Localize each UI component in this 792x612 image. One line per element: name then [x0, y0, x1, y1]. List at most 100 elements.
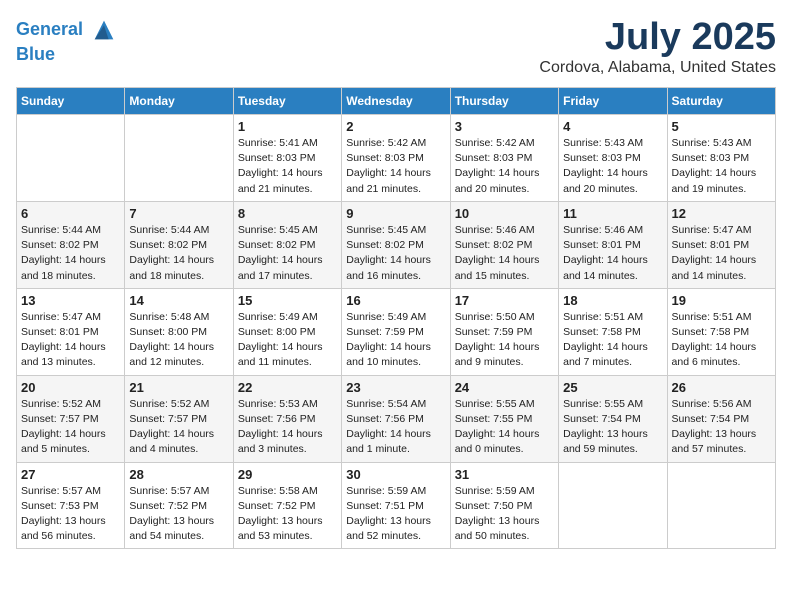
day-info: Sunrise: 5:44 AM Sunset: 8:02 PM Dayligh… — [129, 223, 228, 284]
header-monday: Monday — [125, 88, 233, 115]
day-info: Sunrise: 5:51 AM Sunset: 7:58 PM Dayligh… — [672, 310, 771, 371]
day-number: 18 — [563, 293, 662, 308]
day-info: Sunrise: 5:45 AM Sunset: 8:02 PM Dayligh… — [346, 223, 445, 284]
day-info: Sunrise: 5:56 AM Sunset: 7:54 PM Dayligh… — [672, 397, 771, 458]
day-number: 3 — [455, 119, 554, 134]
calendar-cell: 27Sunrise: 5:57 AM Sunset: 7:53 PM Dayli… — [17, 462, 125, 549]
day-info: Sunrise: 5:58 AM Sunset: 7:52 PM Dayligh… — [238, 484, 337, 545]
calendar-cell — [125, 115, 233, 202]
calendar-cell: 5Sunrise: 5:43 AM Sunset: 8:03 PM Daylig… — [667, 115, 775, 202]
calendar-cell: 19 Sunrise: 5:51 AM Sunset: 7:58 PM Dayli… — [667, 288, 775, 375]
day-number: 28 — [129, 467, 228, 482]
calendar-cell: 13Sunrise: 5:47 AM Sunset: 8:01 PM Dayli… — [17, 288, 125, 375]
calendar-cell — [559, 462, 667, 549]
calendar-cell: 9 Sunrise: 5:45 AM Sunset: 8:02 PM Daylig… — [342, 201, 450, 288]
header-sunday: Sunday — [17, 88, 125, 115]
calendar-cell: 25Sunrise: 5:55 AM Sunset: 7:54 PM Dayli… — [559, 375, 667, 462]
calendar-week-2: 6 Sunrise: 5:44 AM Sunset: 8:02 PM Daylig… — [17, 201, 776, 288]
day-number: 19 — [672, 293, 771, 308]
calendar-table: SundayMondayTuesdayWednesdayThursdayFrid… — [16, 87, 776, 549]
day-number: 30 — [346, 467, 445, 482]
day-number: 8 — [238, 206, 337, 221]
calendar-cell: 28 Sunrise: 5:57 AM Sunset: 7:52 PM Dayli… — [125, 462, 233, 549]
main-title: July 2025 — [539, 16, 776, 59]
day-info: Sunrise: 5:54 AM Sunset: 7:56 PM Dayligh… — [346, 397, 445, 458]
calendar-cell: 15 Sunrise: 5:49 AM Sunset: 8:00 PM Dayli… — [233, 288, 341, 375]
day-number: 9 — [346, 206, 445, 221]
day-number: 29 — [238, 467, 337, 482]
calendar-cell: 4Sunrise: 5:43 AM Sunset: 8:03 PM Daylig… — [559, 115, 667, 202]
day-number: 11 — [563, 206, 662, 221]
calendar-cell: 17 Sunrise: 5:50 AM Sunset: 7:59 PM Dayli… — [450, 288, 558, 375]
day-info: Sunrise: 5:41 AM Sunset: 8:03 PM Dayligh… — [238, 136, 337, 197]
calendar-header-row: SundayMondayTuesdayWednesdayThursdayFrid… — [17, 88, 776, 115]
header-friday: Friday — [559, 88, 667, 115]
day-number: 22 — [238, 380, 337, 395]
day-info: Sunrise: 5:49 AM Sunset: 7:59 PM Dayligh… — [346, 310, 445, 371]
day-info: Sunrise: 5:52 AM Sunset: 7:57 PM Dayligh… — [129, 397, 228, 458]
day-info: Sunrise: 5:50 AM Sunset: 7:59 PM Dayligh… — [455, 310, 554, 371]
day-info: Sunrise: 5:42 AM Sunset: 8:03 PM Dayligh… — [455, 136, 554, 197]
calendar-cell: 14Sunrise: 5:48 AM Sunset: 8:00 PM Dayli… — [125, 288, 233, 375]
day-number: 31 — [455, 467, 554, 482]
day-info: Sunrise: 5:49 AM Sunset: 8:00 PM Dayligh… — [238, 310, 337, 371]
day-number: 26 — [672, 380, 771, 395]
subtitle: Cordova, Alabama, United States — [539, 59, 776, 77]
calendar-cell — [667, 462, 775, 549]
day-number: 2 — [346, 119, 445, 134]
day-info: Sunrise: 5:57 AM Sunset: 7:53 PM Dayligh… — [21, 484, 120, 545]
calendar-cell: 10Sunrise: 5:46 AM Sunset: 8:02 PM Dayli… — [450, 201, 558, 288]
day-number: 23 — [346, 380, 445, 395]
day-number: 21 — [129, 380, 228, 395]
calendar-cell: 18 Sunrise: 5:51 AM Sunset: 7:58 PM Dayli… — [559, 288, 667, 375]
calendar-cell: 12 Sunrise: 5:47 AM Sunset: 8:01 PM Dayli… — [667, 201, 775, 288]
day-number: 15 — [238, 293, 337, 308]
day-info: Sunrise: 5:45 AM Sunset: 8:02 PM Dayligh… — [238, 223, 337, 284]
day-number: 17 — [455, 293, 554, 308]
calendar-cell: 21 Sunrise: 5:52 AM Sunset: 7:57 PM Dayli… — [125, 375, 233, 462]
calendar-cell: 22Sunrise: 5:53 AM Sunset: 7:56 PM Dayli… — [233, 375, 341, 462]
day-number: 12 — [672, 206, 771, 221]
day-info: Sunrise: 5:46 AM Sunset: 8:02 PM Dayligh… — [455, 223, 554, 284]
logo: General Blue — [16, 16, 118, 66]
calendar-cell: 1 Sunrise: 5:41 AM Sunset: 8:03 PM Daylig… — [233, 115, 341, 202]
logo-line2: Blue — [16, 44, 118, 66]
day-number: 6 — [21, 206, 120, 221]
calendar-week-4: 20 Sunrise: 5:52 AM Sunset: 7:57 PM Dayli… — [17, 375, 776, 462]
calendar-cell: 26 Sunrise: 5:56 AM Sunset: 7:54 PM Dayli… — [667, 375, 775, 462]
day-number: 1 — [238, 119, 337, 134]
day-info: Sunrise: 5:42 AM Sunset: 8:03 PM Dayligh… — [346, 136, 445, 197]
day-info: Sunrise: 5:47 AM Sunset: 8:01 PM Dayligh… — [21, 310, 120, 371]
page-header: General Blue July 2025 Cordova, Alabama,… — [16, 16, 776, 77]
day-info: Sunrise: 5:44 AM Sunset: 8:02 PM Dayligh… — [21, 223, 120, 284]
calendar-cell: 31Sunrise: 5:59 AM Sunset: 7:50 PM Dayli… — [450, 462, 558, 549]
calendar-week-5: 27Sunrise: 5:57 AM Sunset: 7:53 PM Dayli… — [17, 462, 776, 549]
day-number: 16 — [346, 293, 445, 308]
day-info: Sunrise: 5:43 AM Sunset: 8:03 PM Dayligh… — [563, 136, 662, 197]
calendar-cell: 6 Sunrise: 5:44 AM Sunset: 8:02 PM Daylig… — [17, 201, 125, 288]
calendar-cell: 7 Sunrise: 5:44 AM Sunset: 8:02 PM Daylig… — [125, 201, 233, 288]
day-info: Sunrise: 5:51 AM Sunset: 7:58 PM Dayligh… — [563, 310, 662, 371]
calendar-cell: 2 Sunrise: 5:42 AM Sunset: 8:03 PM Daylig… — [342, 115, 450, 202]
calendar-week-1: 1 Sunrise: 5:41 AM Sunset: 8:03 PM Daylig… — [17, 115, 776, 202]
header-saturday: Saturday — [667, 88, 775, 115]
day-info: Sunrise: 5:59 AM Sunset: 7:51 PM Dayligh… — [346, 484, 445, 545]
day-info: Sunrise: 5:48 AM Sunset: 8:00 PM Dayligh… — [129, 310, 228, 371]
day-info: Sunrise: 5:55 AM Sunset: 7:55 PM Dayligh… — [455, 397, 554, 458]
day-number: 24 — [455, 380, 554, 395]
calendar-cell: 3 Sunrise: 5:42 AM Sunset: 8:03 PM Daylig… — [450, 115, 558, 202]
day-info: Sunrise: 5:52 AM Sunset: 7:57 PM Dayligh… — [21, 397, 120, 458]
day-number: 20 — [21, 380, 120, 395]
day-info: Sunrise: 5:46 AM Sunset: 8:01 PM Dayligh… — [563, 223, 662, 284]
calendar-week-3: 13Sunrise: 5:47 AM Sunset: 8:01 PM Dayli… — [17, 288, 776, 375]
header-wednesday: Wednesday — [342, 88, 450, 115]
calendar-cell: 30 Sunrise: 5:59 AM Sunset: 7:51 PM Dayli… — [342, 462, 450, 549]
logo-text: General — [16, 16, 118, 44]
calendar-cell: 23 Sunrise: 5:54 AM Sunset: 7:56 PM Dayli… — [342, 375, 450, 462]
calendar-cell: 20 Sunrise: 5:52 AM Sunset: 7:57 PM Dayli… — [17, 375, 125, 462]
day-number: 25 — [563, 380, 662, 395]
day-info: Sunrise: 5:57 AM Sunset: 7:52 PM Dayligh… — [129, 484, 228, 545]
calendar-cell — [17, 115, 125, 202]
day-info: Sunrise: 5:47 AM Sunset: 8:01 PM Dayligh… — [672, 223, 771, 284]
day-number: 7 — [129, 206, 228, 221]
